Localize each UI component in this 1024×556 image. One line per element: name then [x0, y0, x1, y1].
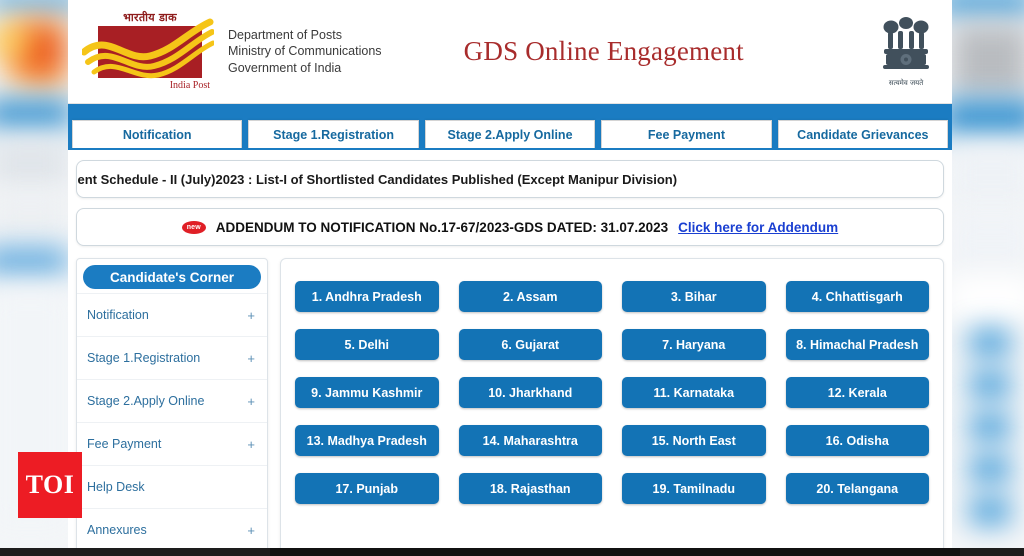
- state-button-assam[interactable]: 2. Assam: [458, 281, 602, 312]
- nav-tab-candidate-grievances[interactable]: Candidate Grievances: [777, 120, 949, 148]
- bg-blob-right-grey: [952, 24, 1024, 96]
- addendum-download-link[interactable]: Click here for Addendum: [678, 220, 838, 235]
- national-emblem: सत्यमेव जयते: [866, 16, 952, 88]
- sidebar-item-label: Stage 1.Registration: [87, 351, 201, 365]
- state-button-himachal-pradesh[interactable]: 8. Himachal Pradesh: [785, 329, 929, 360]
- bg-blob-right-dot-4: [970, 456, 1010, 482]
- expand-plus-icon[interactable]: +: [247, 308, 255, 323]
- state-button-kerala[interactable]: 12. Kerala: [785, 377, 929, 408]
- nav-tab-stage-1-registration[interactable]: Stage 1.Registration: [248, 120, 419, 148]
- state-button-haryana[interactable]: 7. Haryana: [622, 329, 766, 360]
- toi-watermark-logo: TOI: [18, 452, 82, 518]
- state-button-karnataka[interactable]: 11. Karnataka: [622, 377, 766, 408]
- expand-plus-icon[interactable]: +: [247, 394, 255, 409]
- main-content-panel: 1. Andhra Pradesh 2. Assam 3. Bihar 4. C…: [280, 258, 944, 548]
- state-button-chhattisgarh[interactable]: 4. Chhattisgarh: [785, 281, 929, 312]
- page-title: GDS Online Engagement: [463, 36, 744, 66]
- dept-line-2: Ministry of Communications: [228, 44, 382, 59]
- sidebar-item-label: Annexures: [87, 523, 147, 537]
- state-button-punjab[interactable]: 17. Punjab: [295, 473, 439, 504]
- content-area: Candidate's Corner Notification + Stage …: [68, 250, 952, 548]
- expand-plus-icon[interactable]: +: [247, 437, 255, 452]
- dept-line-1: Department of Posts: [228, 27, 342, 42]
- new-badge-icon: new: [181, 220, 206, 234]
- sidebar-item-label: Help Desk: [87, 480, 145, 494]
- dept-line-3: Government of India: [228, 60, 342, 75]
- india-post-logo: भारतीय डाक India Post: [68, 12, 218, 91]
- bg-blob-left-blue-lower: [0, 248, 68, 274]
- state-button-bihar[interactable]: 3. Bihar: [622, 281, 766, 312]
- sidebar-header[interactable]: Candidate's Corner: [83, 265, 261, 289]
- site-header: भारतीय डाक India Post Department of Post…: [68, 0, 952, 104]
- nav-tab-notification[interactable]: Notification: [72, 120, 243, 148]
- sidebar-item-annexures[interactable]: Annexures +: [77, 508, 267, 548]
- state-button-delhi[interactable]: 5. Delhi: [295, 329, 439, 360]
- bg-blob-left-yellow: [0, 28, 28, 54]
- state-button-madhya-pradesh[interactable]: 13. Madhya Pradesh: [295, 425, 439, 456]
- department-text-block: Department of Posts Ministry of Communic…: [228, 27, 382, 77]
- bg-blob-right-blue: [942, 100, 1024, 134]
- gds-portal-page: भारतीय डाक India Post Department of Post…: [68, 0, 952, 548]
- addendum-notice: new ADDENDUM TO NOTIFICATION No.17-67/20…: [76, 208, 944, 246]
- sidebar-item-stage-1-registration[interactable]: Stage 1.Registration +: [77, 336, 267, 379]
- sidebar-item-help-desk[interactable]: Help Desk: [77, 465, 267, 508]
- expand-plus-icon[interactable]: +: [247, 351, 255, 366]
- india-post-swoosh-icon: [82, 18, 214, 78]
- sidebar-item-notification[interactable]: Notification +: [77, 293, 267, 336]
- bg-blob-right-dot-3: [970, 414, 1010, 440]
- state-button-gujarat[interactable]: 6. Gujarat: [458, 329, 602, 360]
- bg-blob-left-grey-1: [0, 140, 70, 186]
- bg-blob-right-dot-5: [970, 498, 1010, 524]
- state-button-north-east[interactable]: 15. North East: [622, 425, 766, 456]
- bg-blob-right-white: [950, 276, 1024, 320]
- state-button-rajasthan[interactable]: 18. Rajasthan: [458, 473, 602, 504]
- state-button-odisha[interactable]: 16. Odisha: [785, 425, 929, 456]
- bottom-dark-strip-inner: [270, 548, 960, 556]
- state-button-tamilnadu[interactable]: 19. Tamilnadu: [622, 473, 766, 504]
- state-button-andhra-pradesh[interactable]: 1. Andhra Pradesh: [295, 281, 439, 312]
- sidebar-item-stage-2-apply-online[interactable]: Stage 2.Apply Online +: [77, 379, 267, 422]
- bg-blob-left-blue-band: [0, 100, 72, 128]
- candidates-corner-sidebar: Candidate's Corner Notification + Stage …: [76, 258, 268, 548]
- state-button-jammu-kashmir[interactable]: 9. Jammu Kashmir: [295, 377, 439, 408]
- bg-blob-right-dot-1: [970, 330, 1010, 356]
- bg-blob-right-dot-2: [970, 372, 1010, 398]
- bg-blob-left-grey-2: [0, 196, 70, 236]
- expand-plus-icon[interactable]: +: [247, 523, 255, 538]
- ashoka-emblem-icon: [883, 16, 929, 69]
- emblem-motto: सत्यमेव जयते: [888, 78, 924, 87]
- nav-tab-stage-2-apply-online[interactable]: Stage 2.Apply Online: [424, 120, 596, 148]
- state-circle-grid: 1. Andhra Pradesh 2. Assam 3. Bihar 4. C…: [295, 281, 929, 504]
- notices-section: Engagement Schedule - II (July)2023 : Li…: [68, 150, 952, 250]
- announcement-ticker[interactable]: Engagement Schedule - II (July)2023 : Li…: [76, 160, 944, 198]
- india-post-logo-mark: [82, 18, 214, 78]
- main-navigation: Notification Stage 1.Registration Stage …: [68, 104, 952, 150]
- sidebar-item-label: Fee Payment: [87, 437, 162, 451]
- state-button-telangana[interactable]: 20. Telangana: [785, 473, 929, 504]
- bg-blob-right-pale-2: [950, 212, 1024, 270]
- state-button-maharashtra[interactable]: 14. Maharashtra: [458, 425, 602, 456]
- state-button-jharkhand[interactable]: 10. Jharkhand: [458, 377, 602, 408]
- bg-blob-right-pale-1: [950, 146, 1024, 204]
- sidebar-item-label: Notification: [87, 308, 149, 322]
- sidebar-item-label: Stage 2.Apply Online: [87, 394, 205, 408]
- sidebar-item-fee-payment[interactable]: Fee Payment +: [77, 422, 267, 465]
- nav-tab-fee-payment[interactable]: Fee Payment: [601, 120, 772, 148]
- announcement-ticker-text: Engagement Schedule - II (July)2023 : Li…: [76, 171, 678, 187]
- addendum-notice-text: ADDENDUM TO NOTIFICATION No.17-67/2023-G…: [215, 219, 669, 235]
